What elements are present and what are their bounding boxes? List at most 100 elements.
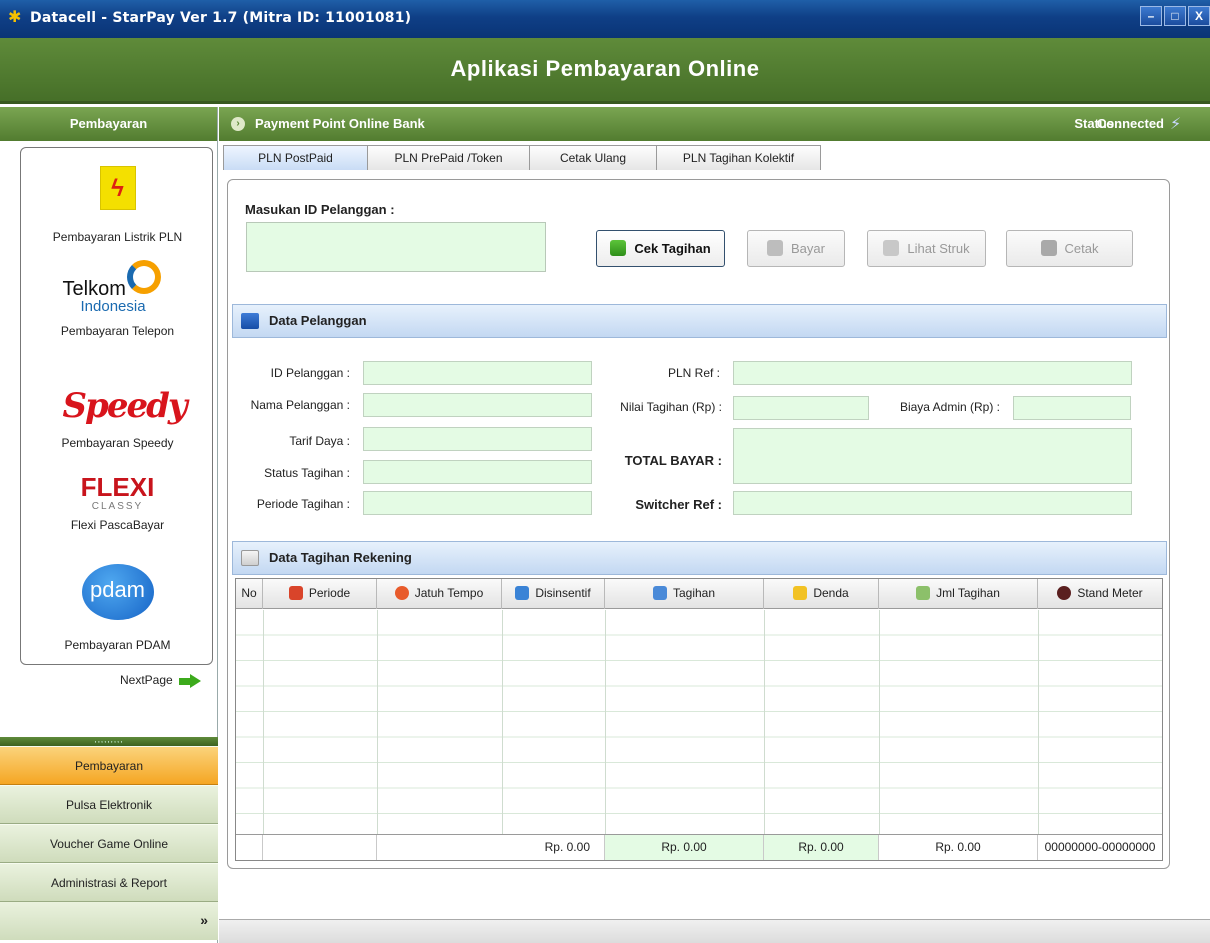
service-telkom[interactable]: Telkom Indonesia Pembayaran Telepon xyxy=(21,256,214,338)
column-divider xyxy=(879,610,880,834)
cetak-button[interactable]: Cetak xyxy=(1006,230,1133,267)
pln-logo-icon: ϟ xyxy=(99,166,136,210)
column-divider xyxy=(502,610,503,834)
column-divider xyxy=(377,610,378,834)
label-biaya-admin: Biaya Admin (Rp) : xyxy=(899,400,1000,414)
tab-pln-postpaid[interactable]: PLN PostPaid xyxy=(223,145,368,170)
label-status-tagihan: Status Tagihan : xyxy=(264,466,350,480)
service-pln[interactable]: ϟ Pembayaran Listrik PLN xyxy=(21,166,214,244)
field-total-bayar[interactable] xyxy=(733,428,1132,484)
id-pelanggan-input[interactable] xyxy=(246,222,546,272)
field-switcher-ref[interactable] xyxy=(733,491,1132,515)
telkom-logo-icon: Telkom Indonesia xyxy=(43,256,193,316)
main-header-title: Payment Point Online Bank xyxy=(255,116,425,131)
sidebar-header: Pembayaran xyxy=(0,107,217,141)
id-card-icon xyxy=(241,313,259,329)
nav-item-pulsa-elektronik[interactable]: Pulsa Elektronik xyxy=(0,785,218,824)
footer-stand-meter: 00000000-00000000 xyxy=(1044,840,1156,854)
col-periode[interactable]: Periode xyxy=(263,579,377,609)
service-speedy[interactable]: Speedy Pembayaran Speedy xyxy=(21,384,214,450)
field-biaya-admin[interactable] xyxy=(1013,396,1131,420)
connection-plug-icon: ⚡ xyxy=(1170,116,1182,133)
calendar-icon xyxy=(288,586,303,600)
speedy-logo-icon: Speedy xyxy=(62,386,188,426)
col-label: Tagihan xyxy=(672,586,716,600)
col-label: Periode xyxy=(308,586,351,600)
col-label: Denda xyxy=(813,586,849,600)
warning-icon xyxy=(793,586,808,600)
window-controls: – □ X xyxy=(1140,6,1210,26)
service-label: Pembayaran Listrik PLN xyxy=(52,230,183,244)
cek-tagihan-label: Cek Tagihan xyxy=(634,241,711,256)
tab-pln-prepaid[interactable]: PLN PrePaid /Token xyxy=(367,145,530,170)
field-pln-ref[interactable] xyxy=(733,361,1132,385)
table-body[interactable] xyxy=(236,610,1162,834)
next-page-label: NextPage xyxy=(120,673,173,687)
column-divider xyxy=(1038,610,1039,834)
col-label: Jatuh Tempo xyxy=(414,586,484,600)
id-prompt-label: Masukan ID Pelanggan : xyxy=(245,202,395,217)
nav-splitter[interactable]: ,,,,,,,,, xyxy=(0,736,218,746)
window-title-bar[interactable]: ✱ Datacell - StarPay Ver 1.7 (Mitra ID: … xyxy=(0,0,1210,38)
tab-cetak-ulang[interactable]: Cetak Ulang xyxy=(529,145,657,170)
col-label: Jml Tagihan xyxy=(936,586,1000,600)
maximize-button[interactable]: □ xyxy=(1164,6,1186,26)
main-content: › Payment Point Online Bank Status : Con… xyxy=(219,107,1210,943)
field-tarif-daya[interactable] xyxy=(363,427,592,451)
footer-tagihan-total: Rp. 0.00 xyxy=(605,835,764,860)
refresh-money-icon xyxy=(610,240,627,256)
tagihan-table: No Periode Jatuh Tempo Disinsentif Tagih… xyxy=(235,578,1163,861)
column-divider xyxy=(605,610,606,834)
app-star-icon: ✱ xyxy=(8,9,22,26)
col-no[interactable]: No xyxy=(236,579,263,609)
service-pdam[interactable]: pdam Pembayaran PDAM xyxy=(21,564,214,652)
label-nama-pelanggan: Nama Pelanggan : xyxy=(250,398,350,412)
service-label: Flexi PascaBayar xyxy=(70,518,165,532)
col-label: Stand Meter xyxy=(1077,586,1143,600)
app-title: Aplikasi Pembayaran Online xyxy=(450,56,760,81)
receipt-preview-icon xyxy=(883,240,900,256)
nav-item-administrasi[interactable]: Administrasi & Report xyxy=(0,863,218,902)
app-header: Aplikasi Pembayaran Online xyxy=(0,38,1210,104)
nav-item-voucher-game[interactable]: Voucher Game Online xyxy=(0,824,218,863)
arrow-right-icon xyxy=(178,673,201,688)
field-nama-pelanggan[interactable] xyxy=(363,393,592,417)
flexi-logo-subtext: CLASSY xyxy=(91,501,144,512)
pdam-logo-icon: pdam xyxy=(81,564,154,620)
section-data-pelanggan: Data Pelanggan xyxy=(232,304,1167,338)
service-label: Pembayaran Telepon xyxy=(60,324,175,338)
flexi-logo-text: FLEXI xyxy=(80,472,155,502)
label-periode-tagihan: Periode Tagihan : xyxy=(256,497,350,511)
lihat-struk-button[interactable]: Lihat Struk xyxy=(867,230,986,267)
service-flexi[interactable]: FLEXI CLASSY Flexi PascaBayar xyxy=(21,472,214,532)
col-stand-meter[interactable]: Stand Meter xyxy=(1038,579,1162,609)
coins-icon xyxy=(515,586,530,600)
field-status-tagihan[interactable] xyxy=(363,460,592,484)
col-tagihan[interactable]: Tagihan xyxy=(605,579,764,609)
telkom-sun-icon xyxy=(126,260,161,294)
bayar-label: Bayar xyxy=(791,241,825,256)
window-title: Datacell - StarPay Ver 1.7 (Mitra ID: 11… xyxy=(30,10,412,26)
field-id-pelanggan[interactable] xyxy=(363,361,592,385)
bayar-button[interactable]: Bayar xyxy=(747,230,845,267)
field-nilai-tagihan[interactable] xyxy=(733,396,869,420)
bill-icon xyxy=(652,586,667,600)
column-divider xyxy=(263,610,264,834)
telkom-logo-subtext: Indonesia xyxy=(80,298,146,315)
close-button[interactable]: X xyxy=(1188,6,1210,26)
field-periode-tagihan[interactable] xyxy=(363,491,592,515)
cetak-label: Cetak xyxy=(1064,241,1099,256)
tab-pln-tagihan-kolektif[interactable]: PLN Tagihan Kolektif xyxy=(656,145,821,170)
footer-jml-tagihan-total: Rp. 0.00 xyxy=(879,835,1038,860)
label-tarif-daya: Tarif Daya : xyxy=(289,434,350,448)
col-jml-tagihan[interactable]: Jml Tagihan xyxy=(879,579,1038,609)
postpaid-form-panel: Masukan ID Pelanggan : Cek Tagihan Bayar… xyxy=(227,179,1170,869)
cek-tagihan-button[interactable]: Cek Tagihan xyxy=(596,230,725,267)
col-jatuh-tempo[interactable]: Jatuh Tempo xyxy=(377,579,502,609)
col-disinsentif[interactable]: Disinsentif xyxy=(502,579,605,609)
minimize-button[interactable]: – xyxy=(1140,6,1162,26)
nav-item-pembayaran[interactable]: Pembayaran xyxy=(0,746,218,785)
col-denda[interactable]: Denda xyxy=(764,579,879,609)
next-page-link[interactable]: NextPage xyxy=(120,673,201,688)
nav-more-button[interactable]: » xyxy=(0,902,218,940)
